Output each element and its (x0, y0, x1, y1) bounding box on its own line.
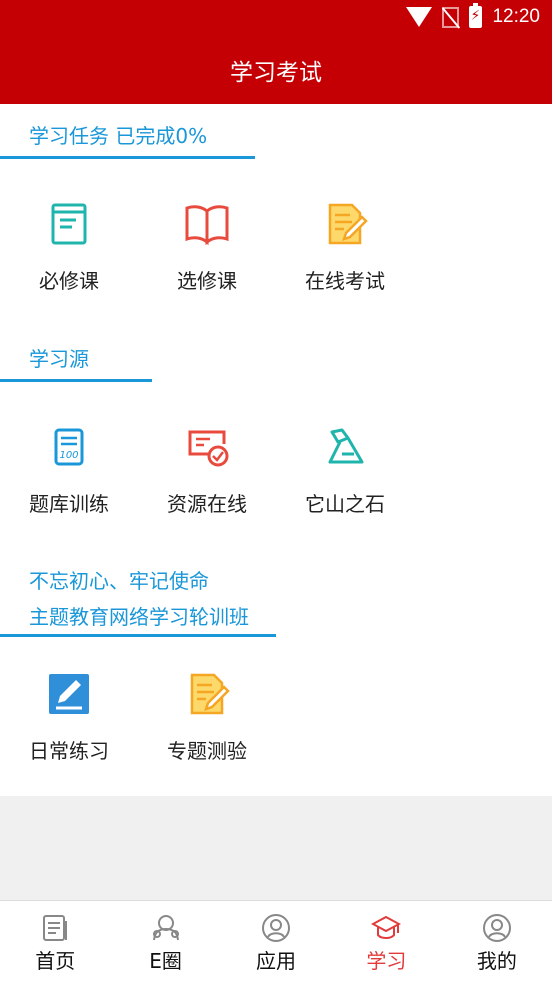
exam-paper-icon (322, 201, 368, 247)
tile-label: 选修课 (177, 269, 237, 293)
status-time: 12:20 (492, 6, 540, 27)
tile-online-exam[interactable]: 在线考试 (276, 201, 414, 294)
svg-text:100: 100 (59, 450, 78, 461)
profile-icon (482, 913, 512, 943)
no-sim-icon (442, 6, 460, 28)
section-study-tasks-header: 学习任务 已完成0% (0, 122, 255, 159)
tile-resources-online[interactable]: 资源在线 (138, 424, 276, 517)
tile-other-stones[interactable]: 它山之石 (276, 424, 414, 517)
book-icon (46, 201, 92, 247)
title-bar: 学习考试 (0, 38, 552, 104)
tile-question-bank[interactable]: 100 题库训练 (0, 424, 138, 517)
tile-required-course[interactable]: 必修课 (0, 201, 138, 294)
tile-daily-practice[interactable]: 日常练习 (0, 671, 138, 764)
tile-label: 资源在线 (167, 492, 247, 516)
section-learning-sources-header: 学习源 (0, 345, 152, 382)
nav-item-study[interactable]: 学习 (331, 901, 441, 983)
circle-people-icon (151, 913, 181, 943)
battery-charging-icon: ⚡ (469, 3, 483, 28)
section-theme-education-header: 不忘初心、牢记使命 主题教育网络学习轮训班 (0, 567, 276, 637)
graduation-cap-icon (371, 913, 402, 943)
nav-item-mine[interactable]: 我的 (442, 901, 552, 983)
quiz-paper-icon (184, 671, 230, 717)
tile-label: 专题测验 (167, 739, 247, 763)
tile-label: 日常练习 (29, 739, 109, 763)
section-underline (0, 379, 152, 382)
section-title: 学习任务 已完成0% (29, 124, 208, 148)
wifi-icon (406, 7, 433, 27)
main-content: 学习任务 已完成0% 必修课 选修课 在线考试 学习源 100 题库训练 资源在… (0, 104, 552, 796)
section-title: 学习源 (29, 347, 89, 371)
nav-item-apps[interactable]: 应用 (221, 901, 331, 983)
home-doc-icon (40, 913, 70, 943)
nav-label: 应用 (256, 949, 297, 973)
score-100-icon: 100 (46, 424, 92, 470)
tile-label: 它山之石 (305, 492, 385, 516)
nav-label: 我的 (476, 949, 517, 973)
tile-label: 在线考试 (305, 269, 385, 293)
tile-elective-course[interactable]: 选修课 (138, 201, 276, 294)
section-title-line2: 主题教育网络学习轮训班 (29, 605, 249, 629)
stone-icon (322, 424, 368, 470)
pen-square-icon (46, 671, 92, 717)
tile-label: 题库训练 (29, 492, 109, 516)
section-underline (0, 156, 255, 159)
apps-user-icon (261, 913, 291, 943)
tile-special-quiz[interactable]: 专题测验 (138, 671, 276, 764)
section-underline (0, 634, 276, 637)
nav-label: 首页 (35, 949, 76, 973)
nav-item-e-circle[interactable]: E圈 (110, 901, 220, 983)
nav-label: E圈 (149, 949, 182, 973)
page-title: 学习考试 (230, 60, 322, 86)
bottom-nav: 首页 E圈 应用 学习 我的 (0, 900, 552, 983)
nav-label: 学习 (366, 949, 407, 973)
section-title-line1: 不忘初心、牢记使命 (29, 569, 209, 593)
nav-item-home[interactable]: 首页 (0, 901, 110, 983)
open-book-icon (184, 201, 230, 247)
screen-check-icon (184, 424, 230, 470)
tile-label: 必修课 (39, 269, 99, 293)
status-bar: ⚡ 12:20 (0, 0, 552, 38)
